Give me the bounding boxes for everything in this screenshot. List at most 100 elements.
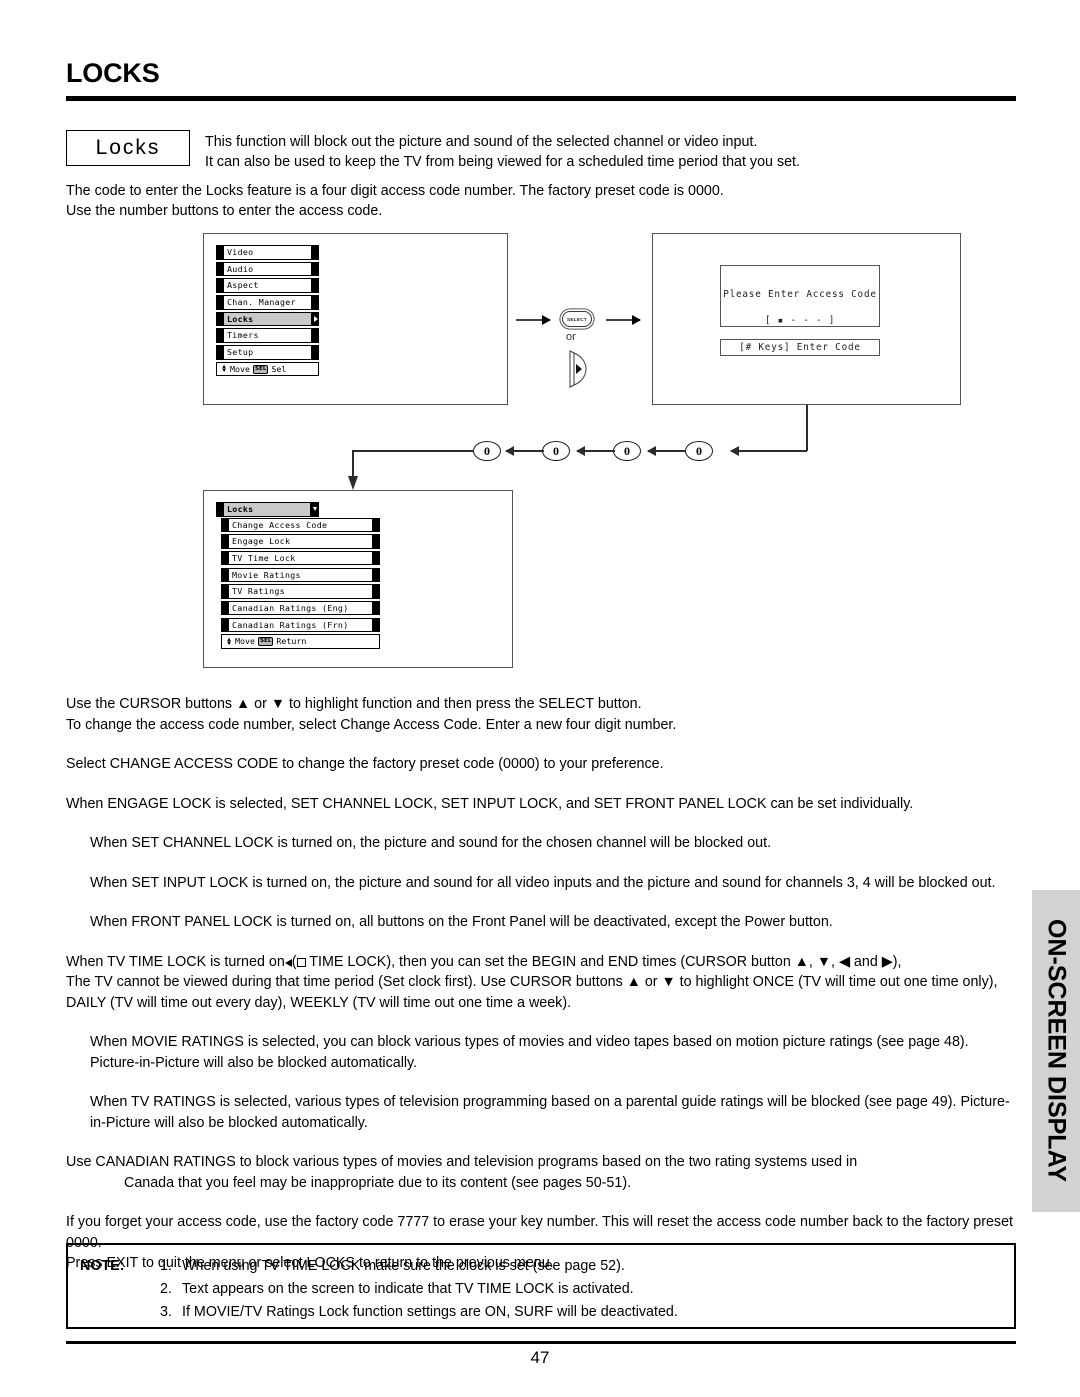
menu-item-aspect[interactable]: Aspect <box>216 278 319 293</box>
menu-item-label: Audio <box>227 263 254 274</box>
flow-arrow-to-code <box>606 319 640 321</box>
up-down-arrow-icon: ▲ ▼ <box>227 635 231 647</box>
paragraph-canadian-ratings: Use CANADIAN RATINGS to block various ty… <box>66 1152 1016 1193</box>
access-code-screen: Please Enter Access Code [ ▪ - - - ] [# … <box>652 233 961 405</box>
main-menu-screen: Video Audio Aspect Chan. Manager Locks T… <box>203 233 508 405</box>
paragraph-tv-ratings: When TV RATINGS is selected, various typ… <box>90 1094 1010 1131</box>
page-number: 47 <box>530 1348 550 1367</box>
access-code-prompt: Please Enter Access Code <box>723 289 877 300</box>
footer-move-label: Move <box>230 363 250 374</box>
paragraph-engage-lock: When ENGAGE LOCK is selected, SET CHANNE… <box>66 795 914 812</box>
sel-key-icon: SEL <box>252 364 269 374</box>
sel-key-icon: SEL <box>257 637 274 647</box>
note-row: NOTE: 1. When using TV TIME LOCK make su… <box>68 1255 1014 1278</box>
cursor-right-button-icon <box>569 350 587 388</box>
locks-submenu-list: Locks Change Access Code Engage Lock TV … <box>216 502 380 649</box>
locks-submenu-footer: ▲ ▼ Move SEL Return <box>221 634 380 649</box>
note-number: 3. <box>160 1304 172 1320</box>
digit-label: 0 <box>553 443 559 458</box>
access-code-field[interactable]: [ ▪ - - - ] <box>721 308 879 334</box>
menu-item-timers[interactable]: Timers <box>216 328 319 343</box>
menu-item-locks[interactable]: Locks <box>216 311 319 327</box>
note-row: 3. If MOVIE/TV Ratings Lock function set… <box>68 1301 1014 1324</box>
locks-item-label: TV Ratings <box>232 586 285 597</box>
footer-action-label: Sel <box>271 363 287 374</box>
note-spacer <box>68 1278 160 1301</box>
flow-arrow-digit-3 <box>648 450 686 452</box>
menu-item-label: Setup <box>227 347 254 358</box>
menu-item-label: Chan. Manager <box>227 297 296 308</box>
paragraph-set-input-lock: When SET INPUT LOCK is turned on, the pi… <box>90 874 996 891</box>
paragraph-movie-ratings: When MOVIE RATINGS is selected, you can … <box>90 1034 969 1071</box>
locks-item-label: Movie Ratings <box>232 569 301 580</box>
note-spacer <box>68 1301 160 1324</box>
locks-item-canadian-ratings-eng[interactable]: Canadian Ratings (Eng) <box>221 600 380 616</box>
locks-item-label: TV Time Lock <box>232 552 296 563</box>
note-number: 1. <box>160 1258 172 1274</box>
flag-icon <box>284 958 292 967</box>
locks-submenu-screen: Locks Change Access Code Engage Lock TV … <box>203 490 513 668</box>
flow-arrow-digit-1 <box>506 450 544 452</box>
digit-label: 0 <box>484 443 490 458</box>
paragraph-tv-time-lock-line1: When TV TIME LOCK is turned on( TIME LOC… <box>66 953 902 970</box>
footer-divider <box>66 1341 1016 1344</box>
tv-time-lock-prefix: When TV TIME LOCK is turned on <box>66 953 285 970</box>
connector-vertical-right <box>806 405 808 451</box>
flow-arrow-digit-4 <box>731 450 807 452</box>
canadian-ratings-line2: Canada that you feel may be inappropriat… <box>124 1174 632 1191</box>
digit-key-0-d[interactable]: 0 <box>685 441 713 461</box>
section-side-tab-label: ON-SCREEN DISPLAY <box>1042 919 1071 1183</box>
digit-label: 0 <box>696 443 702 458</box>
menu-item-audio[interactable]: Audio <box>216 261 319 277</box>
locks-item-label: Canadian Ratings (Eng) <box>232 602 349 613</box>
chevron-down-icon <box>312 507 317 512</box>
locks-item-movie-ratings[interactable]: Movie Ratings <box>221 567 380 583</box>
access-code-prompt-box: Please Enter Access Code [ ▪ - - - ] <box>720 265 880 327</box>
digit-key-0-c[interactable]: 0 <box>613 441 641 461</box>
menu-item-setup[interactable]: Setup <box>216 345 319 360</box>
paragraph-tv-time-lock-line2: The TV cannot be viewed during that time… <box>66 974 998 1011</box>
menu-item-video[interactable]: Video <box>216 245 319 260</box>
menu-item-label: Timers <box>227 330 259 341</box>
locks-item-tv-ratings[interactable]: TV Ratings <box>221 584 380 599</box>
flow-arrow-digit-2 <box>577 450 615 452</box>
menu-item-label: Locks <box>227 313 254 324</box>
menu-item-chan-manager[interactable]: Chan. Manager <box>216 295 319 310</box>
note-box: NOTE: 1. When using TV TIME LOCK make su… <box>66 1243 1016 1329</box>
paragraph-front-panel-lock: When FRONT PANEL LOCK is turned on, all … <box>90 914 833 930</box>
access-code-hint-box: [# Keys] Enter Code <box>720 339 880 356</box>
box-icon <box>296 957 306 967</box>
section-side-tab: ON-SCREEN DISPLAY <box>1032 890 1080 1212</box>
footer-action-label: Return <box>276 636 307 647</box>
note-number: 2. <box>160 1281 172 1297</box>
digit-key-0-a[interactable]: 0 <box>473 441 501 461</box>
paragraph-select-change-access-code: Select CHANGE ACCESS CODE to change the … <box>66 756 664 772</box>
digit-key-0-b[interactable]: 0 <box>542 441 570 461</box>
access-code-hint: [# Keys] Enter Code <box>739 342 861 353</box>
locks-item-tv-time-lock[interactable]: TV Time Lock <box>221 550 380 566</box>
flow-arrow-to-select <box>516 319 550 321</box>
tv-time-lock-suffix: TIME LOCK), then you can set the BEGIN a… <box>305 953 902 970</box>
paragraph-cursor-use: Use the CURSOR buttons ▲ or ▼ to highlig… <box>66 696 642 712</box>
footer-move-label: Move <box>235 636 255 647</box>
paragraph-change-code: To change the access code number, select… <box>66 716 677 733</box>
locks-item-engage-lock[interactable]: Engage Lock <box>221 534 380 549</box>
digit-label: 0 <box>624 443 630 458</box>
or-label: or <box>566 331 576 343</box>
locks-item-change-access-code[interactable]: Change Access Code <box>221 517 380 532</box>
up-down-arrow-icon: ▲ ▼ <box>222 363 226 375</box>
locks-item-label: Engage Lock <box>232 536 291 547</box>
locks-submenu-header-label: Locks <box>227 504 254 514</box>
select-button-icon: SELECT <box>562 311 592 327</box>
menu-item-label: Aspect <box>227 280 259 291</box>
locks-item-label: Canadian Ratings (Frn) <box>232 619 349 630</box>
locks-submenu-header[interactable]: Locks <box>216 502 319 517</box>
note-text: Text appears on the screen to indicate t… <box>182 1281 634 1297</box>
osd-flow-diagram: Video Audio Aspect Chan. Manager Locks T… <box>0 0 1080 700</box>
note-text: When using TV TIME LOCK make sure the cl… <box>182 1258 625 1274</box>
note-text: If MOVIE/TV Ratings Lock function settin… <box>182 1304 678 1320</box>
main-menu-list: Video Audio Aspect Chan. Manager Locks T… <box>216 245 319 377</box>
paragraph-set-channel-lock: When SET CHANNEL LOCK is turned on, the … <box>90 835 772 851</box>
locks-item-canadian-ratings-frn[interactable]: Canadian Ratings (Frn) <box>221 617 380 633</box>
select-button-label: SELECT <box>567 316 587 322</box>
